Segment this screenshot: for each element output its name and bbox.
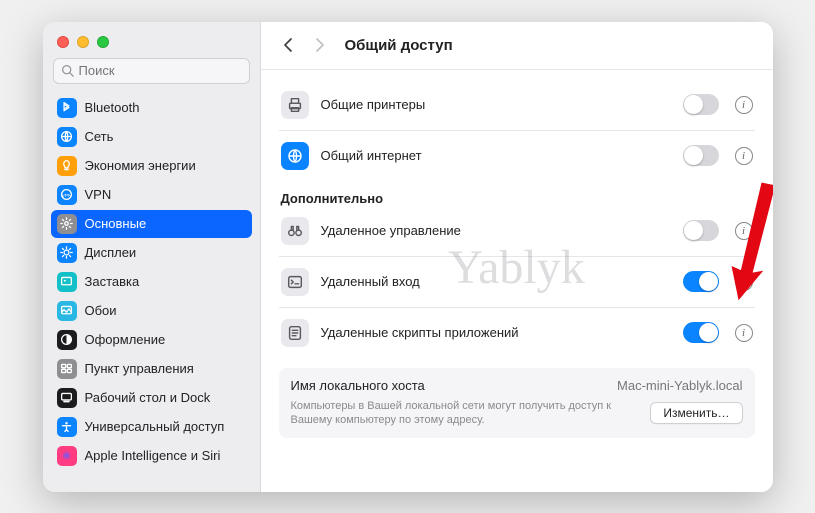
adv-row-2: Удаленные скрипты приложений i <box>279 312 755 354</box>
sidebar-item-label: Обои <box>85 303 117 318</box>
sidebar: Bluetooth Сеть Экономия энергии VPN VPN Основ… <box>43 22 261 492</box>
sidebar-item-1[interactable]: Сеть <box>51 123 252 151</box>
sidebar-item-label: Оформление <box>85 332 166 347</box>
section-advanced-title: Дополнительно <box>281 191 755 206</box>
minimize-button[interactable] <box>77 36 89 48</box>
zoom-button[interactable] <box>97 36 109 48</box>
sidebar-item-label: Основные <box>85 216 147 231</box>
sidebar-item-10[interactable]: Рабочий стол и Dock <box>51 384 252 412</box>
vpn-icon: VPN <box>57 185 77 205</box>
info-button-top-1[interactable]: i <box>735 147 753 165</box>
info-button-top-0[interactable]: i <box>735 96 753 114</box>
sidebar-item-11[interactable]: Универсальный доступ <box>51 413 252 441</box>
row-label: Удаленное управление <box>321 223 671 238</box>
hostname-label: Имя локального хоста <box>291 378 425 393</box>
siri-icon <box>57 446 77 466</box>
appearance-icon <box>57 330 77 350</box>
sidebar-item-label: Рабочий стол и Dock <box>85 390 211 405</box>
gear-icon <box>57 214 77 234</box>
main-panel: Общий доступ Yablyk Общие принтерыiОбщий… <box>261 22 773 492</box>
terminal-icon <box>281 268 309 296</box>
hostname-note: Компьютеры в Вашей локальной сети могут … <box>291 399 639 429</box>
sidebar-item-label: Bluetooth <box>85 100 140 115</box>
info-button-adv-0[interactable]: i <box>735 222 753 240</box>
sidebar-item-8[interactable]: Оформление <box>51 326 252 354</box>
toggle-top-1[interactable] <box>683 145 719 166</box>
close-button[interactable] <box>57 36 69 48</box>
sidebar-item-label: Сеть <box>85 129 114 144</box>
controlcenter-icon <box>57 359 77 379</box>
svg-text:VPN: VPN <box>62 193 72 199</box>
sidebar-item-label: Универсальный доступ <box>85 419 225 434</box>
forward-button[interactable] <box>309 32 331 58</box>
toggle-adv-1[interactable] <box>683 271 719 292</box>
sidebar-item-label: Apple Intelligence и Siri <box>85 448 221 463</box>
toggle-adv-0[interactable] <box>683 220 719 241</box>
row-label: Общий интернет <box>321 148 671 163</box>
info-button-adv-2[interactable]: i <box>735 324 753 342</box>
globe-icon <box>281 142 309 170</box>
sidebar-list: Bluetooth Сеть Экономия энергии VPN VPN Основ… <box>43 92 260 492</box>
sidebar-item-2[interactable]: Экономия энергии <box>51 152 252 180</box>
script-icon <box>281 319 309 347</box>
system-settings-window: Bluetooth Сеть Экономия энергии VPN VPN Основ… <box>43 22 773 492</box>
row-label: Удаленный вход <box>321 274 671 289</box>
sidebar-item-7[interactable]: Обои <box>51 297 252 325</box>
sidebar-item-6[interactable]: Заставка <box>51 268 252 296</box>
globe-icon <box>57 127 77 147</box>
sidebar-item-3[interactable]: VPN VPN <box>51 181 252 209</box>
search-field[interactable] <box>53 58 250 84</box>
bt-icon <box>57 98 77 118</box>
titlebar: Общий доступ <box>261 22 773 70</box>
sidebar-item-12[interactable]: Apple Intelligence и Siri <box>51 442 252 470</box>
sun-icon <box>57 243 77 263</box>
toggle-adv-2[interactable] <box>683 322 719 343</box>
window-controls <box>43 22 260 58</box>
sidebar-item-label: Дисплеи <box>85 245 137 260</box>
info-button-adv-1[interactable]: i <box>735 273 753 291</box>
adv-row-1: Удаленный вход i <box>279 261 755 303</box>
printer-icon <box>281 91 309 119</box>
hostname-value: Mac-mini-Yablyk.local <box>617 378 742 393</box>
sidebar-item-5[interactable]: Дисплеи <box>51 239 252 267</box>
row-label: Общие принтеры <box>321 97 671 112</box>
dock-icon <box>57 388 77 408</box>
adv-row-0: Удаленное управление i <box>279 210 755 252</box>
binoculars-icon <box>281 217 309 245</box>
top-row-1: Общий интернет i <box>279 135 755 177</box>
local-hostname-block: Имя локального хоста Mac-mini-Yablyk.loc… <box>279 368 755 439</box>
search-icon <box>61 64 74 77</box>
sidebar-item-label: VPN <box>85 187 112 202</box>
wallpaper-icon <box>57 301 77 321</box>
sidebar-item-4[interactable]: Основные <box>51 210 252 238</box>
sidebar-item-label: Заставка <box>85 274 140 289</box>
back-button[interactable] <box>277 32 299 58</box>
search-input[interactable] <box>79 63 242 78</box>
row-label: Удаленные скрипты приложений <box>321 325 671 340</box>
edit-hostname-button[interactable]: Изменить… <box>650 402 742 424</box>
content-area: Yablyk Общие принтерыiОбщий интернетi До… <box>261 70 773 492</box>
bulb-icon <box>57 156 77 176</box>
toggle-top-0[interactable] <box>683 94 719 115</box>
sidebar-item-0[interactable]: Bluetooth <box>51 94 252 122</box>
sidebar-item-label: Экономия энергии <box>85 158 196 173</box>
top-row-0: Общие принтеры i <box>279 84 755 126</box>
sidebar-item-9[interactable]: Пункт управления <box>51 355 252 383</box>
access-icon <box>57 417 77 437</box>
screensaver-icon <box>57 272 77 292</box>
page-title: Общий доступ <box>345 37 453 54</box>
sidebar-item-label: Пункт управления <box>85 361 194 376</box>
